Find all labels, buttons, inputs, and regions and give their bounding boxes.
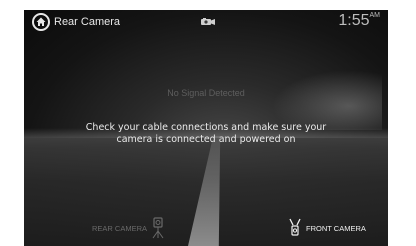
top-bar: Rear Camera 1:55AM bbox=[24, 10, 388, 36]
page-title: Rear Camera bbox=[54, 16, 121, 28]
background-light-streak bbox=[272, 70, 382, 130]
device-frame: Rear Camera 1:55AM No Signal Detected Ch… bbox=[0, 0, 416, 246]
front-camera-button[interactable]: FRONT CAMERA bbox=[288, 216, 370, 240]
rear-camera-button[interactable]: REAR CAMERA bbox=[88, 216, 165, 240]
clock-time: 1:55 bbox=[338, 12, 370, 29]
warning-line-1: Check your cable connections and make su… bbox=[85, 122, 327, 133]
rear-camera-icon bbox=[152, 217, 164, 239]
no-signal-text: No Signal Detected bbox=[167, 88, 245, 98]
home-button[interactable] bbox=[32, 13, 50, 31]
front-camera-label: FRONT CAMERA bbox=[306, 223, 366, 233]
rear-camera-label: REAR CAMERA bbox=[92, 223, 148, 233]
camera-indicator-icon bbox=[201, 18, 215, 25]
camera-screen: Rear Camera 1:55AM No Signal Detected Ch… bbox=[24, 10, 388, 246]
clock: 1:55AM bbox=[338, 12, 380, 30]
connection-warning: Check your cable connections and make su… bbox=[24, 122, 388, 146]
clock-ampm: AM bbox=[369, 12, 381, 19]
front-camera-icon bbox=[289, 218, 301, 236]
home-icon bbox=[36, 17, 46, 26]
warning-line-2: camera is connected and powered on bbox=[116, 134, 296, 145]
